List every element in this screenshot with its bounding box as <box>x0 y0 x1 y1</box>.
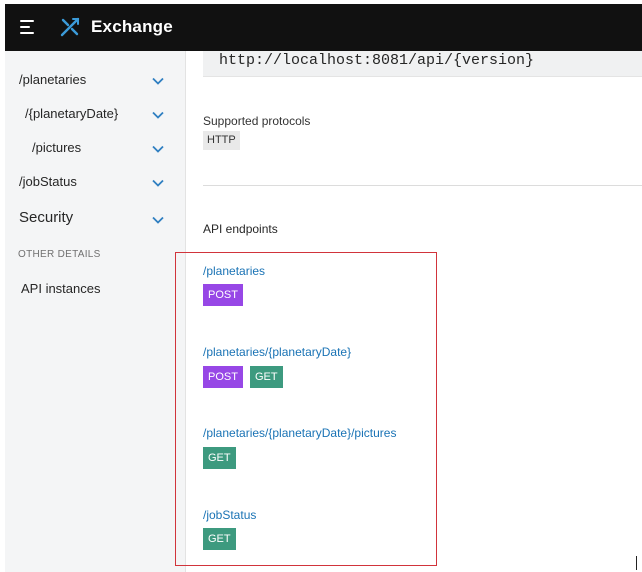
chevron-down-icon[interactable] <box>151 74 165 88</box>
sidebar-item-planetary-date[interactable]: /{planetaryDate} <box>5 102 185 128</box>
method-badge-post[interactable]: POST <box>203 366 243 388</box>
endpoint-path-job-status[interactable]: /jobStatus <box>203 508 256 522</box>
method-badge-get[interactable]: GET <box>203 528 236 550</box>
base-uri-box: http://localhost:8081/api/{version} <box>203 51 642 77</box>
method-badge-post[interactable]: POST <box>203 284 243 306</box>
menu-icon[interactable] <box>20 18 38 36</box>
endpoint-path-pictures[interactable]: /planetaries/{planetaryDate}/pictures <box>203 426 396 440</box>
endpoint-path-planetary-date[interactable]: /planetaries/{planetaryDate} <box>203 345 351 359</box>
sidebar-item-label: /{planetaryDate} <box>25 106 119 121</box>
sidebar-item-label: /planetaries <box>19 72 87 87</box>
top-bar: Exchange <box>5 4 642 51</box>
sidebar-item-label: /jobStatus <box>19 174 77 189</box>
chevron-down-icon[interactable] <box>151 142 165 156</box>
api-endpoints-label: API endpoints <box>203 222 278 236</box>
chevron-down-icon[interactable] <box>151 108 165 122</box>
other-details-header: OTHER DETAILS <box>18 249 101 260</box>
sidebar-item-label: Security <box>19 209 74 226</box>
chevron-down-icon[interactable] <box>151 176 165 190</box>
supported-protocols-label: Supported protocols <box>203 114 311 128</box>
sidebar-item-pictures[interactable]: /pictures <box>5 136 185 162</box>
sidebar-item-api-instances[interactable]: API instances <box>21 281 101 296</box>
protocol-badge: HTTP <box>203 131 240 150</box>
app-title: Exchange <box>91 17 173 36</box>
divider <box>203 185 642 186</box>
text-cursor <box>636 556 637 570</box>
base-uri: http://localhost:8081/api/{version} <box>219 52 535 69</box>
exchange-logo-icon <box>60 17 80 37</box>
sidebar-item-label: /pictures <box>32 140 82 155</box>
sidebar-item-job-status[interactable]: /jobStatus <box>5 170 185 196</box>
method-badge-get[interactable]: GET <box>250 366 283 388</box>
sidebar-item-planetaries[interactable]: /planetaries <box>5 68 185 94</box>
sidebar-item-security[interactable]: Security <box>5 207 185 233</box>
chevron-down-icon[interactable] <box>151 213 165 227</box>
endpoint-path-planetaries[interactable]: /planetaries <box>203 264 265 278</box>
sidebar: /planetaries /{planetaryDate} /pictures … <box>5 51 186 572</box>
method-badge-get[interactable]: GET <box>203 447 236 469</box>
